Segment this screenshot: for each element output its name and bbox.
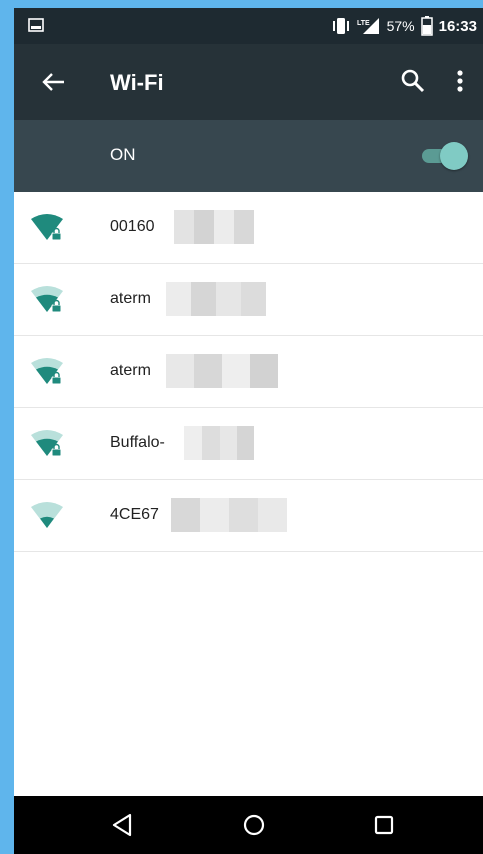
- back-triangle-icon[interactable]: [108, 810, 138, 840]
- wifi-signal-locked-icon: [31, 214, 63, 241]
- app-bar: Wi-Fi: [14, 44, 483, 120]
- phone-screen: LTE 57% 16:33 Wi-Fi ON 00160 aterm aterm…: [14, 8, 483, 854]
- network-ssid: Buffalo-: [110, 434, 165, 451]
- network-row[interactable]: Buffalo-: [14, 408, 483, 480]
- system-nav-bar: [14, 796, 483, 854]
- redacted-ssid-mosaic: [166, 354, 278, 388]
- signal-badge: LTE: [357, 20, 370, 27]
- network-ssid: 00160: [110, 218, 155, 235]
- switch-state-label: ON: [110, 145, 136, 164]
- battery-icon: [420, 16, 433, 36]
- back-arrow-icon[interactable]: [40, 68, 68, 96]
- redacted-ssid-mosaic: [166, 282, 266, 316]
- search-icon[interactable]: [398, 66, 428, 96]
- status-right-group: LTE 57% 16:33: [331, 8, 477, 44]
- redacted-ssid-mosaic: [174, 210, 254, 244]
- redacted-ssid-mosaic: [184, 426, 254, 460]
- network-ssid: 4CE67: [110, 506, 159, 523]
- toggle-thumb: [440, 142, 468, 170]
- screenshot-frame-top: [0, 0, 483, 8]
- network-row[interactable]: aterm: [14, 336, 483, 408]
- network-list: 00160 aterm aterm Buffalo- 4CE67: [14, 192, 483, 552]
- wifi-signal-open-icon: [31, 502, 63, 528]
- status-bar: LTE 57% 16:33: [14, 8, 483, 44]
- wifi-toggle[interactable]: [420, 140, 468, 172]
- wifi-signal-locked-icon: [31, 358, 63, 385]
- wifi-signal-locked-icon: [31, 430, 63, 457]
- network-row[interactable]: 00160: [14, 192, 483, 264]
- wifi-master-switch-bar[interactable]: ON: [14, 120, 483, 192]
- network-row[interactable]: 4CE67: [14, 480, 483, 552]
- recents-square-icon[interactable]: [369, 810, 399, 840]
- screenshot-frame-left: [0, 0, 14, 854]
- page-title: Wi-Fi: [110, 70, 164, 95]
- more-vert-icon[interactable]: [450, 66, 470, 96]
- home-circle-icon[interactable]: [239, 810, 269, 840]
- redacted-ssid-mosaic: [171, 498, 287, 532]
- battery-percent: 57%: [386, 18, 415, 34]
- network-ssid: aterm: [110, 290, 151, 307]
- network-row[interactable]: aterm: [14, 264, 483, 336]
- image-notification-icon: [28, 18, 44, 32]
- vibrate-icon: [332, 18, 349, 34]
- network-ssid: aterm: [110, 362, 151, 379]
- clock: 16:33: [438, 17, 477, 35]
- signal-icon: LTE: [357, 18, 379, 34]
- wifi-signal-locked-icon: [31, 286, 63, 313]
